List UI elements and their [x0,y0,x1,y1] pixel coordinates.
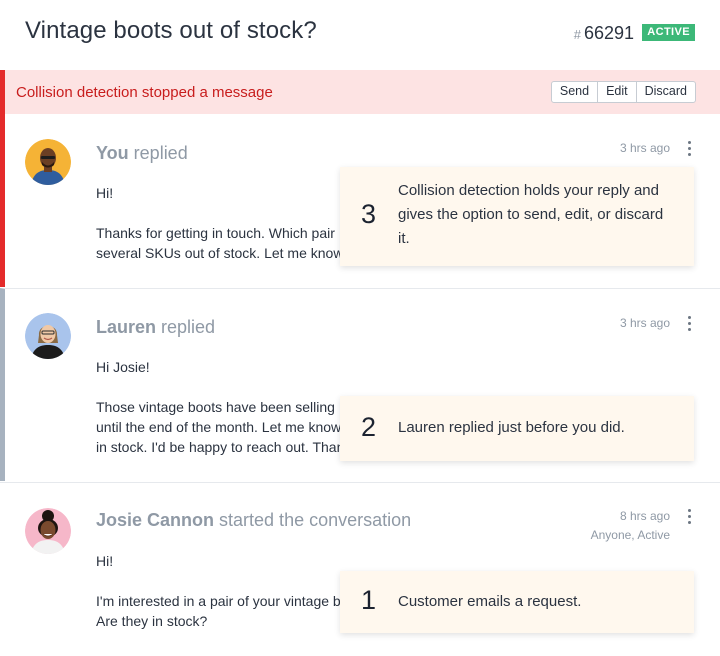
author-action: started the conversation [214,510,412,530]
message-body: Hi! I'm interested in a pair of your vin… [96,551,356,651]
message-time: 3 hrs ago [619,141,670,155]
callout-step-1: 1 Customer emails a request. [340,571,694,633]
author-action: replied [128,143,188,163]
more-options-icon[interactable] [688,509,692,525]
message-time: 3 hrs ago [619,316,670,330]
author-name: Josie Cannon [96,510,215,530]
message-paragraph: Thanks for getting in touch. Which pair [96,225,335,241]
message-paragraph: several SKUs out of stock. Let me know [96,245,344,261]
message-body: Hi Josie! Those vintage boots have been … [96,357,356,477]
message-time: 8 hrs ago [619,509,670,523]
hash-symbol: # [573,27,581,42]
step-description: Collision detection holds your reply and… [398,182,664,247]
ticket-number-value: 66291 [583,23,634,43]
ticket-title: Vintage boots out of stock? [25,17,317,44]
message-paragraph: I'm interested in a pair of your vintage… [96,593,341,609]
step-description: Lauren replied just before you did. [398,419,625,436]
avatar [25,508,71,554]
status-badge: ACTIVE [642,24,695,41]
message-paragraph: until the end of the month. Let me know [96,419,342,435]
message-author: You replied [96,143,188,164]
send-button[interactable]: Send [552,82,599,102]
message-paragraph: Are they in stock? [96,613,208,629]
avatar [25,313,71,359]
step-number: 3 [361,199,377,229]
more-options-icon[interactable] [688,141,692,157]
message-paragraph: Hi! [96,185,114,201]
message-author: Josie Cannon started the conversation [96,510,411,531]
assignment-status: Anyone, Active [590,528,670,542]
step-number: 1 [361,585,377,615]
discard-button[interactable]: Discard [637,82,695,102]
message-author: Lauren replied [96,317,215,338]
step-description: Customer emails a request. [398,593,582,610]
callout-step-3: 3 Collision detection holds your reply a… [340,167,694,266]
message-paragraph: Hi! [96,553,114,569]
callout-step-2: 2 Lauren replied just before you did. [340,396,694,461]
avatar [25,139,71,185]
message-paragraph: in stock. I'd be happy to reach out. Tha… [96,439,345,455]
step-number: 2 [361,412,377,442]
message-paragraph: Hi Josie! [96,359,150,375]
ticket-header: Vintage boots out of stock? #66291 ACTIV… [0,0,720,70]
collision-actions: Send Edit Discard [550,81,696,103]
edit-button[interactable]: Edit [598,82,637,102]
collision-banner: Collision detection stopped a message Se… [0,70,720,114]
author-action: replied [156,317,216,337]
message-body: Hi! Thanks for getting in touch. Which p… [96,183,356,283]
collision-message: Collision detection stopped a message [16,84,273,101]
author-name: Lauren [96,317,157,337]
message-paragraph: Those vintage boots have been selling [96,399,335,415]
author-name: You [96,143,129,163]
ticket-number: #66291 [574,23,634,44]
more-options-icon[interactable] [688,316,692,332]
